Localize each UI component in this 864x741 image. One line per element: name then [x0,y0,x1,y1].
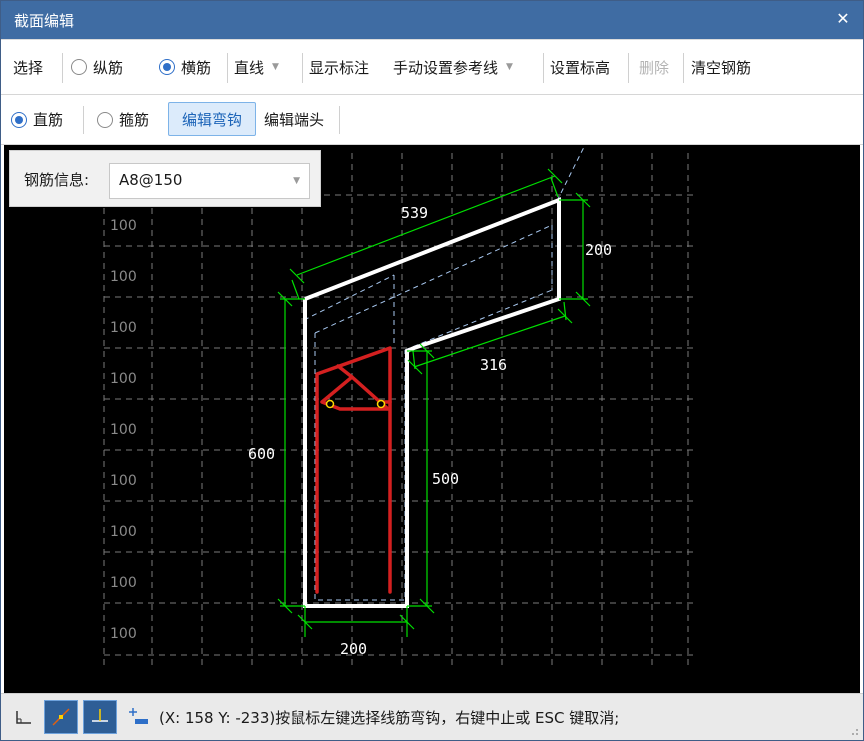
rebar-hook[interactable] [315,346,392,594]
chevron-down-icon: ▼ [506,62,513,72]
close-icon[interactable]: ✕ [833,9,853,29]
toolbar-divider [62,53,63,83]
toolbar-divider [227,53,228,83]
toolbar-divider [628,53,629,83]
edit-end-label: 编辑端头 [264,111,325,129]
section-outline [303,197,561,608]
delete-label: 删除 [639,58,670,77]
radio-straight[interactable]: 直筋 [11,95,63,144]
dim-inner-height: 500 [432,470,459,488]
radio-transverse[interactable]: 横筋 [159,40,211,94]
chevron-down-icon: ▼ [293,176,300,186]
select-button[interactable]: 选择 [13,40,43,94]
radio-straight-label: 直筋 [33,111,64,129]
clear-rebar-button[interactable]: 清空钢筋 [691,40,751,94]
drawing-canvas[interactable]: 100 100 100 100 100 100 100 100 100 539 … [4,145,860,693]
radio-on-icon [159,59,175,75]
title-bar: 截面编辑 ✕ [1,1,863,39]
dim-right-height: 200 [585,241,612,259]
resize-grip-icon[interactable] [849,726,859,736]
snap-endpoint-icon [52,708,70,726]
orthogonal-toggle[interactable] [7,700,41,734]
snap-perpendicular-icon [92,709,108,722]
toolbar-divider [543,53,544,83]
edit-hook-button[interactable]: 编辑弯钩 [168,102,256,136]
grid-label: 100 [110,473,137,489]
grid-label: 100 [110,371,137,387]
line-type-dropdown[interactable]: 直线 ▼ [234,40,279,94]
toolbar-divider [302,53,303,83]
dim-top-slope: 539 [401,204,428,222]
manual-ref-line-label: 手动设置参考线 [393,58,499,77]
edit-hook-label: 编辑弯钩 [181,110,242,129]
delete-button[interactable]: 删除 [639,40,669,94]
radio-longitudinal-label: 纵筋 [93,58,124,77]
dim-left-height: 600 [248,445,275,463]
clear-rebar-label: 清空钢筋 [691,58,752,77]
snap-endpoint-toggle[interactable] [44,700,78,734]
window-title: 截面编辑 [14,12,75,30]
grid-lines [103,153,694,667]
dim-inner-slope: 316 [480,356,507,374]
radio-stirrup-label: 箍筋 [119,111,150,129]
radio-on-icon [11,111,27,128]
sub-toolbar: 直筋 箍筋 编辑弯钩 编辑端头 [1,95,863,145]
dim-bottom-width: 200 [340,640,367,658]
status-message: (X: 158 Y: -233)按鼠标左键选择线筋弯钩，右键中止或 ESC 键取… [159,709,620,727]
select-label: 选择 [13,58,44,77]
show-annotation-button[interactable]: 显示标注 [309,40,369,94]
radio-stirrup[interactable]: 箍筋 [97,95,149,144]
radio-longitudinal[interactable]: 纵筋 [71,40,123,94]
grid-label: 100 [110,575,137,591]
grid-label: 100 [110,218,137,234]
manual-ref-line-dropdown[interactable]: 手动设置参考线 ▼ [393,40,513,94]
set-elevation-button[interactable]: 设置标高 [550,40,610,94]
set-elevation-label: 设置标高 [550,58,611,77]
grid-label: 100 [110,422,137,438]
radio-off-icon [71,59,87,75]
toolbar-divider [339,106,340,134]
rebar-info-panel: 钢筋信息: A8@150 ▼ [9,150,321,207]
grid-label: 100 [110,524,137,540]
edit-end-button[interactable]: 编辑端头 [264,95,324,144]
snap-perpendicular-toggle[interactable] [83,700,117,734]
toolbar-divider [83,106,84,134]
section-drawing: 100 100 100 100 100 100 100 100 100 539 … [103,146,694,667]
add-dimension-toggle[interactable] [121,700,155,734]
chevron-down-icon: ▼ [272,62,279,72]
main-toolbar: 选择 纵筋 横筋 直线 ▼ 显示标注 手动设置参考线 ▼ 设置标高 删除 清空钢… [1,39,863,95]
orthogonal-icon [16,711,31,724]
status-bar: (X: 158 Y: -233)按鼠标左键选择线筋弯钩，右键中止或 ESC 键取… [1,693,863,740]
grid-label: 100 [110,626,137,642]
radio-transverse-label: 横筋 [181,58,212,77]
show-annotation-label: 显示标注 [309,58,370,77]
grid-label: 100 [110,269,137,285]
rebar-info-label: 钢筋信息: [24,171,90,189]
add-dimension-icon [129,708,148,724]
radio-off-icon [97,111,113,128]
grid-labels: 100 100 100 100 100 100 100 100 100 [110,218,137,642]
line-type-value: 直线 [234,58,265,77]
rebar-info-value: A8@150 [119,171,183,189]
rebar-info-select[interactable]: A8@150 ▼ [109,163,310,199]
toolbar-divider [683,53,684,83]
section-edit-window: 截面编辑 ✕ 选择 纵筋 横筋 直线 ▼ 显示标注 手动设置参考线 ▼ 设置标高… [0,0,864,741]
grid-label: 100 [110,320,137,336]
